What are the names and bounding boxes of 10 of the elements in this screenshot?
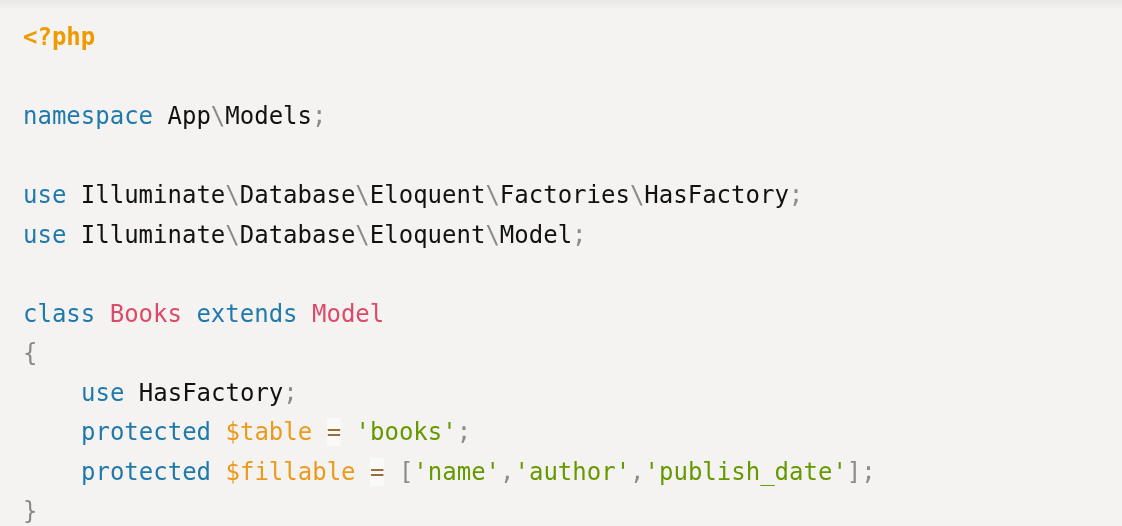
code-line: use HasFactory; — [81, 377, 298, 409]
code-line: <?php — [23, 22, 96, 53]
code-line: namespace App\Models; — [23, 101, 327, 132]
code-line: } — [23, 496, 38, 526]
code-line: protected $fillable = ['name','author','publish_date']; — [81, 456, 876, 488]
code-line: class Books extends Model — [23, 298, 385, 330]
code-line: use Illuminate\Database\Eloquent\Factories\HasFactory; — [23, 180, 804, 211]
code-line: { — [23, 338, 38, 369]
code-line: protected $table = 'books'; — [81, 417, 472, 448]
code-line: use Illuminate\Database\Eloquent\Model; — [23, 219, 587, 251]
